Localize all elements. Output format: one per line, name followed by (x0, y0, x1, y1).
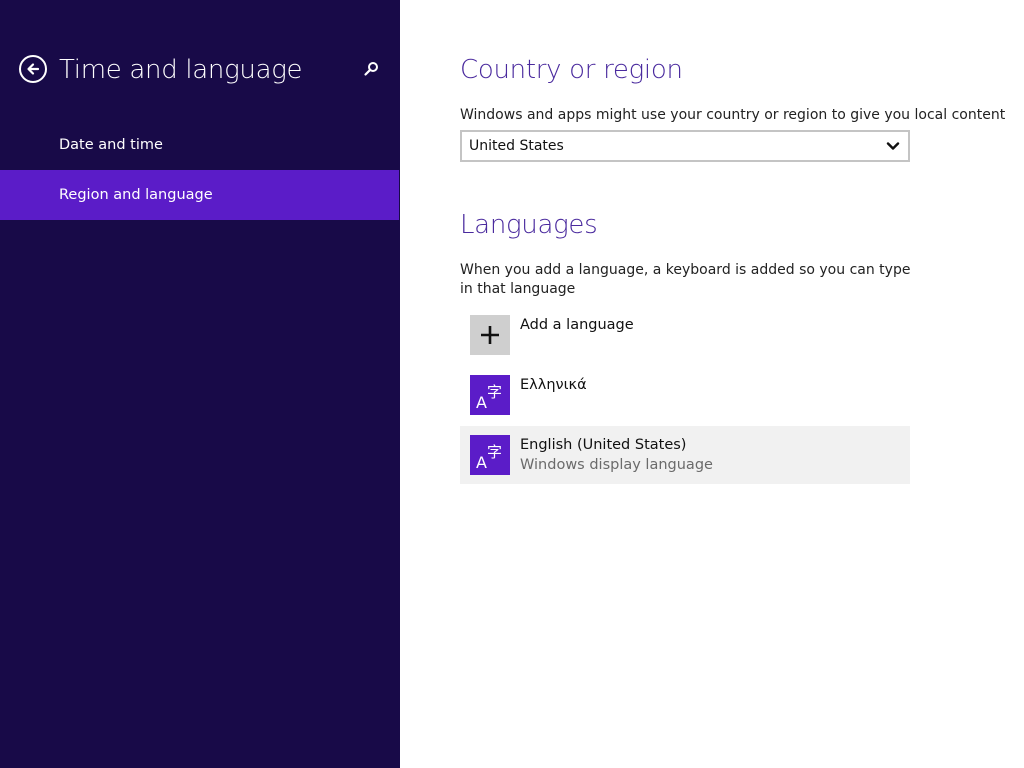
add-tile (470, 315, 510, 355)
page-title: Time and language (59, 55, 303, 85)
country-dropdown[interactable]: United States (460, 130, 910, 162)
languages-description: When you add a language, a keyboard is a… (460, 262, 911, 297)
language-item-greek[interactable]: A 字 Ελληνικά (460, 366, 910, 424)
svg-text:字: 字 (487, 383, 502, 401)
svg-text:字: 字 (487, 443, 502, 461)
sidebar-item-region-and-language[interactable]: Region and language (0, 170, 399, 220)
sidebar-item-label: Region and language (59, 187, 213, 203)
chevron-down-icon (886, 142, 900, 150)
search-button[interactable] (360, 58, 382, 80)
language-subtitle: Windows display language (520, 457, 713, 473)
language-icon: A 字 (470, 375, 510, 415)
language-glyph-icon: A 字 (476, 443, 502, 472)
add-language-label: Add a language (520, 317, 634, 333)
country-dropdown-value: United States (469, 138, 564, 154)
country-section-title: Country or region (460, 55, 683, 85)
sidebar-item-label: Date and time (59, 137, 163, 153)
language-glyph-icon: A 字 (476, 383, 502, 412)
search-icon (364, 62, 378, 76)
language-item-english-united-states[interactable]: A 字 English (United States) Windows disp… (460, 426, 910, 484)
language-name: English (United States) (520, 437, 687, 453)
plus-icon (481, 326, 499, 344)
back-arrow-icon (27, 63, 40, 75)
back-button[interactable] (19, 55, 47, 83)
svg-text:A: A (476, 453, 487, 472)
sidebar-item-date-and-time[interactable]: Date and time (0, 120, 399, 170)
add-language-button[interactable]: Add a language (460, 306, 910, 364)
language-name: Ελληνικά (520, 377, 587, 393)
country-description: Windows and apps might use your country … (460, 107, 1006, 123)
pc-settings-page: Time and language Date and time Region a… (0, 0, 1024, 768)
language-icon: A 字 (470, 435, 510, 475)
svg-text:A: A (476, 393, 487, 412)
sidebar: Time and language Date and time Region a… (0, 0, 400, 768)
languages-section-title: Languages (460, 210, 598, 240)
